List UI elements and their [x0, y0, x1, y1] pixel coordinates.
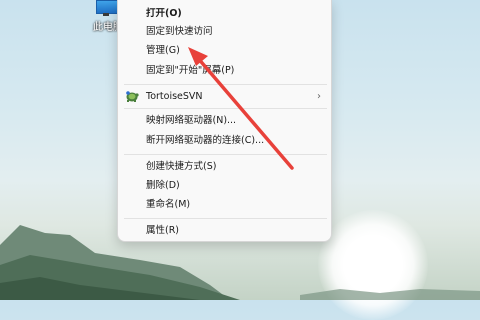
- menu-item-properties[interactable]: 属性(R): [118, 221, 331, 240]
- menu-separator: [124, 154, 327, 155]
- menu-item-disconnect-network-drive[interactable]: 断开网络驱动器的连接(C)...: [118, 131, 331, 150]
- menu-separator: [124, 218, 327, 219]
- context-menu: 打开(O) 固定到快速访问 管理(G) 固定到"开始"屏幕(P) Tortois…: [117, 0, 332, 242]
- menu-item-create-shortcut[interactable]: 创建快捷方式(S): [118, 157, 331, 176]
- tortoisesvn-icon: [126, 91, 139, 102]
- menu-separator: [124, 84, 327, 85]
- menu-item-delete[interactable]: 删除(D): [118, 176, 331, 195]
- menu-item-map-network-drive[interactable]: 映射网络驱动器(N)...: [118, 111, 331, 130]
- menu-item-pin-start[interactable]: 固定到"开始"屏幕(P): [118, 61, 331, 80]
- monitor-icon: [96, 0, 118, 14]
- menu-item-open[interactable]: 打开(O): [118, 4, 331, 23]
- menu-separator: [124, 108, 327, 109]
- menu-item-rename[interactable]: 重命名(M): [118, 195, 331, 214]
- menu-item-pin-quick-access[interactable]: 固定到快速访问: [118, 22, 331, 41]
- menu-item-tortoisesvn[interactable]: TortoiseSVN ›: [118, 87, 331, 106]
- menu-item-manage[interactable]: 管理(G): [118, 41, 331, 60]
- chevron-right-icon: ›: [317, 91, 321, 102]
